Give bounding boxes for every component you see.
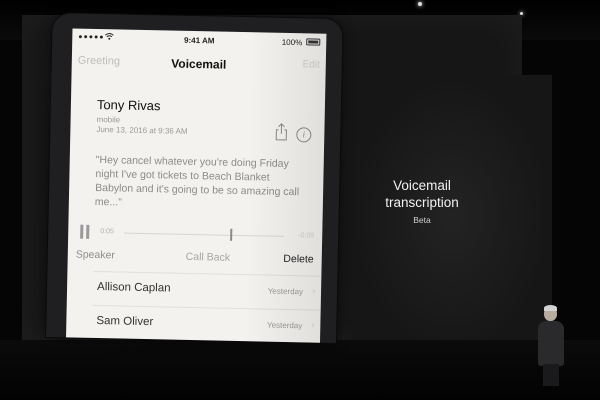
share-icon[interactable] [274,123,288,141]
voicemail-date: June 13, 2016 at 9:36 AM [96,124,188,136]
call-back-button[interactable]: Call Back [186,251,231,264]
volume-up-button [48,72,52,92]
slide-title: Voicemail transcription [385,178,459,210]
caller-type: mobile [96,114,121,125]
stage-light-dot [418,2,422,6]
pause-icon[interactable] [80,224,90,239]
stage-floor [0,340,600,400]
edit-button[interactable]: Edit [302,59,319,70]
info-icon[interactable]: › [312,286,315,296]
speaker-button[interactable]: Speaker [76,249,115,262]
caller-name: Tony Rivas [96,96,161,114]
playback-controls: 0:05 -0:09 [68,224,322,245]
voicemail-caller: Sam Oliver [96,315,154,329]
page-title: Voicemail [171,56,227,72]
voicemail-date: Yesterday [267,286,304,297]
battery-icon [306,38,321,46]
battery-percentage: 100% [281,37,303,48]
volume-down-button [47,97,52,117]
presenter-figure [536,305,570,386]
info-icon[interactable]: › [311,320,314,330]
info-icon[interactable]: i [296,127,312,143]
slide-caption: Voicemail transcription Beta [360,177,484,225]
playback-scrubber[interactable] [124,232,285,237]
nav-bar: Greeting Voicemail Edit [72,46,326,77]
voicemail-date: Yesterday [266,320,303,331]
remaining-time: -0:09 [298,232,315,240]
list-item[interactable]: Sam Oliver Yesterday › [66,306,321,341]
presenter-body [538,321,564,366]
iphone-device: ●●●●● 9:41 AM 100% Greeting Voicemail Ed… [46,13,343,344]
elapsed-time: 0:05 [100,228,114,236]
list-item[interactable]: Allison Caplan Yesterday › [67,272,322,307]
voicemail-caller: Allison Caplan [96,281,171,295]
voicemail-transcript: "Hey cancel whatever you're doing Friday… [94,153,300,209]
presenter-hair [544,305,557,311]
slide-subtitle: Beta [413,215,431,225]
phone-screen: ●●●●● 9:41 AM 100% Greeting Voicemail Ed… [66,28,327,343]
presenter-legs [543,364,559,386]
scrubber-thumb[interactable] [229,228,232,241]
voicemail-actions: Speaker Call Back Delete [68,248,322,269]
delete-button[interactable]: Delete [283,253,314,266]
